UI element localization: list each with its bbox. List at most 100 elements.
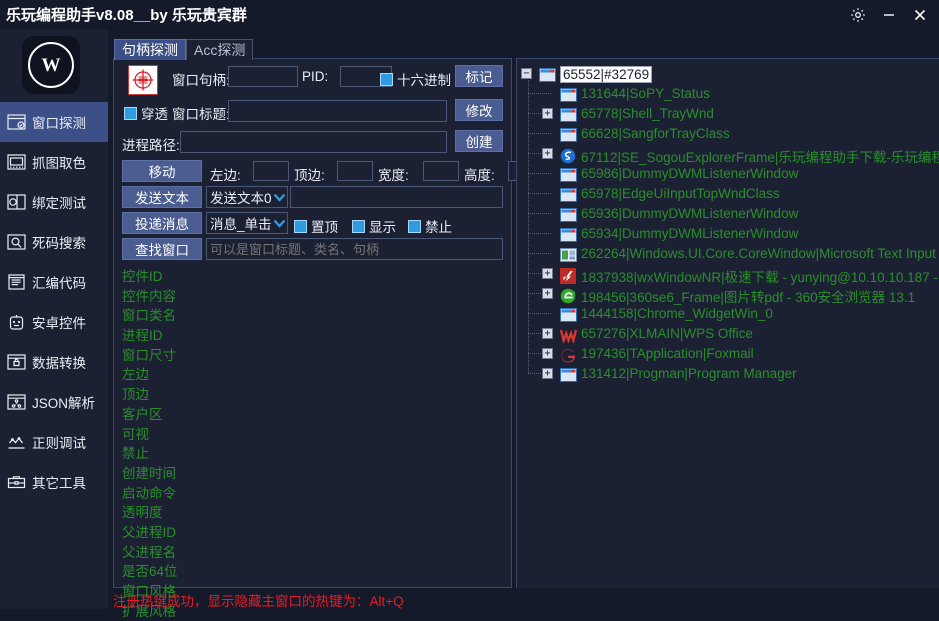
tree-expand-toggle[interactable]: + <box>542 348 553 359</box>
tab-bar: 句柄探测 Acc探测 <box>114 38 254 60</box>
penetrate-checkbox-box[interactable] <box>124 106 137 120</box>
tree-node-label[interactable]: 65934|DummyDWMListenerWindow <box>581 226 798 241</box>
sidebar-item-other-tools[interactable]: 其它工具 <box>0 462 108 502</box>
tree-node-label[interactable]: 1444158|Chrome_WidgetWin_0 <box>581 306 773 321</box>
post-message-select-value: 消息_单击 <box>210 217 272 232</box>
tree-node-label[interactable]: 131412|Progman|Program Manager <box>581 366 797 381</box>
window-icon <box>560 368 577 382</box>
left-input[interactable] <box>253 161 289 181</box>
post-message-select[interactable]: 消息_单击 <box>206 212 288 234</box>
show-checkbox-box[interactable] <box>352 219 365 233</box>
sidebar-item-screen-capture[interactable]: 抓图取色 <box>0 142 108 182</box>
minimize-button[interactable] <box>873 0 904 30</box>
hex-checkbox-box[interactable] <box>380 72 393 86</box>
tree-node-label[interactable]: 262264|Windows.UI.Core.CoreWindow|Micros… <box>581 246 939 261</box>
wps-icon <box>559 328 578 345</box>
topmost-checkbox[interactable]: 置顶 <box>294 216 338 236</box>
hex-checkbox[interactable]: 十六进制 <box>380 69 451 89</box>
tree-node-label[interactable]: 65978|EdgeUiInputTopWndClass <box>581 186 780 201</box>
sidebar-item-label: 窗口探测 <box>32 116 86 131</box>
send-text-input[interactable] <box>290 186 503 208</box>
send-text-button[interactable]: 发送文本 <box>122 186 202 208</box>
json-parse-icon <box>6 392 26 412</box>
window-icon <box>539 68 556 82</box>
property-item: 窗口尺寸 <box>122 347 176 363</box>
tab-acc-probe[interactable]: Acc探测 <box>186 39 254 60</box>
tree-connector <box>528 253 551 254</box>
window-handle-input[interactable] <box>228 66 298 87</box>
tree-node-label[interactable]: 198456|360se6_Frame|图片转pdf - 360安全浏览器 13… <box>581 286 915 306</box>
sidebar-item-bind-test[interactable]: 绑定测试 <box>0 182 108 222</box>
window-title: 乐玩编程助手v8.08__by 乐玩贵宾群 <box>6 7 247 24</box>
modify-button[interactable]: 修改 <box>455 99 503 121</box>
sidebar-item-label: 绑定测试 <box>32 196 86 211</box>
tree-node-label[interactable]: 65936|DummyDWMListenerWindow <box>581 206 798 221</box>
property-item: 父进程ID <box>122 524 176 540</box>
window-title-label: 窗口标题: <box>172 107 230 122</box>
chevron-down-icon <box>272 193 287 202</box>
window-tree[interactable]: − 65552|#32769 131644|SoPY_Status +65778|Sh… <box>516 58 939 588</box>
topmost-checkbox-box[interactable] <box>294 219 307 233</box>
tree-node-label[interactable]: 65986|DummyDWMListenerWindow <box>581 166 798 181</box>
show-checkbox[interactable]: 显示 <box>352 216 396 236</box>
find-window-button[interactable]: 查找窗口 <box>122 238 202 260</box>
penetrate-checkbox[interactable]: 穿透 <box>124 103 168 123</box>
find-window-input[interactable] <box>206 238 503 260</box>
width-label: 宽度: <box>378 168 409 183</box>
property-item: 客户区 <box>122 406 163 422</box>
tree-node-label[interactable]: 67112|SE_SogouExplorerFrame|乐玩编程助手下载-乐玩编… <box>581 146 939 166</box>
sidebar-item-regex-debug[interactable]: 正则调试 <box>0 422 108 462</box>
tree-node-label[interactable]: 657276|XLMAIN|WPS Office <box>581 326 753 341</box>
property-item: 创建时间 <box>122 465 176 481</box>
tree-expand-toggle[interactable]: + <box>542 328 553 339</box>
tab-handle-probe[interactable]: 句柄探测 <box>114 39 186 60</box>
tree-node-label[interactable]: 131644|SoPY_Status <box>581 86 710 101</box>
show-checkbox-label: 显示 <box>369 220 396 235</box>
sidebar-item-assembly-code[interactable]: 汇编代码 <box>0 262 108 302</box>
window-icon <box>560 228 577 242</box>
property-item: 启动命令 <box>122 485 176 501</box>
tree-connector <box>528 213 551 214</box>
tree-node-label[interactable]: 66628|SangforTrayClass <box>581 126 730 141</box>
tree-expand-toggle[interactable]: + <box>542 268 553 279</box>
tree-expand-toggle[interactable]: + <box>542 288 553 299</box>
mark-button[interactable]: 标记 <box>455 65 503 87</box>
process-path-input[interactable] <box>180 131 447 153</box>
sidebar-item-code-search[interactable]: 死码搜索 <box>0 222 108 262</box>
penetrate-checkbox-label: 穿透 <box>141 107 168 122</box>
tree-node-label[interactable]: 65778|Shell_TrayWnd <box>581 106 714 121</box>
property-item: 左边 <box>122 367 149 383</box>
tree-collapse-toggle[interactable]: − <box>521 68 532 79</box>
tree-expand-toggle[interactable]: + <box>542 368 553 379</box>
sidebar-item-json-parse[interactable]: JSON解析 <box>0 382 108 422</box>
width-input[interactable] <box>423 161 459 181</box>
close-button[interactable] <box>904 0 935 30</box>
property-item: 窗口类名 <box>122 308 176 324</box>
tree-node-label[interactable]: 65552|#32769 <box>560 66 653 83</box>
create-button[interactable]: 创建 <box>455 130 503 152</box>
sidebar-item-window-probe[interactable]: 窗口探测 <box>0 102 108 142</box>
tree-node-label[interactable]: 197436|TApplication|Foxmail <box>581 346 754 361</box>
post-message-button[interactable]: 投递消息 <box>122 212 202 234</box>
browser360-icon <box>560 288 577 304</box>
settings-button[interactable] <box>842 0 873 30</box>
move-button[interactable]: 移动 <box>122 160 202 182</box>
disable-checkbox[interactable]: 禁止 <box>408 216 452 236</box>
sidebar-item-data-convert[interactable]: 数据转换 <box>0 342 108 382</box>
crosshair-drag-handle[interactable] <box>128 65 158 95</box>
sidebar-item-label: JSON解析 <box>32 396 96 411</box>
send-text-select-value: 发送文本0 <box>210 191 272 206</box>
tree-expand-toggle[interactable]: + <box>542 148 553 159</box>
sidebar-item-label: 安卓控件 <box>32 316 86 331</box>
status-message: 注册热键成功，显示隐藏主窗口的热键为：Alt+Q <box>113 593 404 609</box>
send-text-select[interactable]: 发送文本0 <box>206 186 288 208</box>
sidebar-item-android-widget[interactable]: 安卓控件 <box>0 302 108 342</box>
window-icon <box>560 108 577 122</box>
property-item: 可视 <box>122 426 149 442</box>
top-input[interactable] <box>337 161 373 181</box>
tree-expand-toggle[interactable]: + <box>542 108 553 119</box>
tree-node-label[interactable]: 1837938|wxWindowNR|极速下载 - yunying@10.10.… <box>581 266 939 286</box>
sidebar: W 窗口探测 抓图取色 绑定测试 死码搜索 汇编代码 安卓控件 数据转换 JSO… <box>0 30 108 609</box>
window-title-input[interactable] <box>228 100 447 122</box>
disable-checkbox-box[interactable] <box>408 219 421 233</box>
